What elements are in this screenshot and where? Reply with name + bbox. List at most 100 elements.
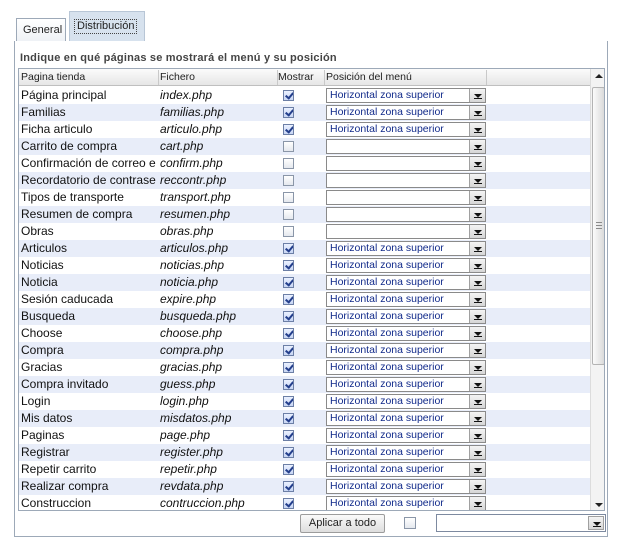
table-row[interactable]: Compra compra.php Horizontal zona superior [19, 342, 590, 359]
table-row[interactable]: Resumen de compra resumen.php [19, 206, 590, 223]
table-row[interactable]: Compra invitado guess.php Horizontal zona … [19, 376, 590, 393]
show-checkbox[interactable] [283, 379, 294, 390]
chevron-down-icon[interactable] [469, 429, 485, 442]
table-row[interactable]: Familias familias.php Horizontal zona supe… [19, 104, 590, 121]
show-checkbox[interactable] [283, 226, 294, 237]
position-select[interactable]: Horizontal zona superior [326, 309, 486, 324]
show-checkbox[interactable] [283, 277, 294, 288]
tab-distribucion[interactable]: Distribución [69, 11, 145, 42]
show-checkbox[interactable] [283, 413, 294, 424]
position-select[interactable]: Horizontal zona superior [326, 326, 486, 341]
position-select[interactable] [326, 224, 486, 239]
column-header-file[interactable]: Fichero [160, 71, 278, 86]
show-checkbox[interactable] [283, 447, 294, 458]
table-row[interactable]: Tipos de transporte transport.php [19, 189, 590, 206]
position-select[interactable] [326, 173, 486, 188]
vertical-scrollbar[interactable] [590, 69, 604, 510]
chevron-down-icon[interactable] [469, 157, 485, 170]
apply-position-select[interactable] [436, 514, 606, 532]
table-row[interactable]: Mis datos misdatos.php Horizontal zona sup… [19, 410, 590, 427]
arrow-up-icon[interactable] [591, 69, 604, 84]
show-checkbox[interactable] [283, 124, 294, 135]
position-select[interactable]: Horizontal zona superior [326, 377, 486, 392]
table-row[interactable]: Login login.php Horizontal zona superior [19, 393, 590, 410]
chevron-down-icon[interactable] [469, 463, 485, 476]
show-checkbox[interactable] [283, 362, 294, 373]
column-header-position[interactable]: Posición del menú [326, 71, 486, 86]
show-checkbox[interactable] [283, 90, 294, 101]
show-checkbox[interactable] [283, 464, 294, 475]
position-select[interactable]: Horizontal zona superior [326, 241, 486, 256]
chevron-down-icon[interactable] [469, 89, 485, 102]
chevron-down-icon[interactable] [469, 123, 485, 136]
table-row[interactable]: Choose choose.php Horizontal zona superior [19, 325, 590, 342]
column-header-show[interactable]: Mostrar [278, 71, 326, 86]
chevron-down-icon[interactable] [469, 310, 485, 323]
table-row[interactable]: Registrar register.php Horizontal zona sup… [19, 444, 590, 461]
position-select[interactable]: Horizontal zona superior [326, 428, 486, 443]
table-row[interactable]: Carrito de compra cart.php [19, 138, 590, 155]
show-checkbox[interactable] [283, 260, 294, 271]
show-checkbox[interactable] [283, 141, 294, 152]
position-select[interactable]: Horizontal zona superior [326, 88, 486, 103]
chevron-down-icon[interactable] [469, 412, 485, 425]
scrollbar-thumb[interactable] [592, 87, 604, 365]
chevron-down-icon[interactable] [469, 344, 485, 357]
chevron-down-icon[interactable] [469, 191, 485, 204]
table-row[interactable]: Ficha articulo articulo.php Horizontal zon… [19, 121, 590, 138]
chevron-down-icon[interactable] [469, 446, 485, 459]
position-select[interactable] [326, 156, 486, 171]
chevron-down-icon[interactable] [469, 497, 485, 510]
table-row[interactable]: Noticias noticias.php Horizontal zona supe… [19, 257, 590, 274]
column-header-page[interactable]: Pagina tienda [21, 71, 159, 86]
show-checkbox[interactable] [283, 481, 294, 492]
arrow-down-icon[interactable] [591, 497, 604, 510]
position-select[interactable]: Horizontal zona superior [326, 479, 486, 494]
show-checkbox[interactable] [283, 192, 294, 203]
chevron-down-icon[interactable] [469, 327, 485, 340]
show-checkbox[interactable] [283, 328, 294, 339]
position-select[interactable]: Horizontal zona superior [326, 411, 486, 426]
table-row[interactable]: Construccion contruccion.php Horizontal zo… [19, 495, 590, 510]
position-select[interactable]: Horizontal zona superior [326, 445, 486, 460]
show-checkbox[interactable] [283, 294, 294, 305]
position-select[interactable]: Horizontal zona superior [326, 360, 486, 375]
table-row[interactable]: Busqueda busqueda.php Horizontal zona supe… [19, 308, 590, 325]
position-select[interactable] [326, 139, 486, 154]
show-checkbox[interactable] [283, 107, 294, 118]
chevron-down-icon[interactable] [469, 276, 485, 289]
chevron-down-icon[interactable] [469, 140, 485, 153]
position-select[interactable]: Horizontal zona superior [326, 394, 486, 409]
chevron-down-icon[interactable] [469, 395, 485, 408]
chevron-down-icon[interactable] [469, 361, 485, 374]
show-checkbox[interactable] [283, 498, 294, 509]
show-checkbox[interactable] [283, 396, 294, 407]
table-row[interactable]: Confirmación de correo e confirm.php [19, 155, 590, 172]
show-checkbox[interactable] [283, 175, 294, 186]
chevron-down-icon[interactable] [469, 259, 485, 272]
chevron-down-icon[interactable] [469, 174, 485, 187]
show-checkbox[interactable] [283, 158, 294, 169]
position-select[interactable]: Horizontal zona superior [326, 275, 486, 290]
table-row[interactable]: Gracias gracias.php Horizontal zona superi… [19, 359, 590, 376]
table-row[interactable]: Sesión caducada expire.php Horizontal zona… [19, 291, 590, 308]
apply-show-checkbox[interactable] [404, 517, 416, 529]
table-row[interactable]: Paginas page.php Horizontal zona superior [19, 427, 590, 444]
chevron-down-icon[interactable] [469, 293, 485, 306]
show-checkbox[interactable] [283, 430, 294, 441]
chevron-down-icon[interactable] [469, 208, 485, 221]
position-select[interactable]: Horizontal zona superior [326, 122, 486, 137]
chevron-down-icon[interactable] [469, 106, 485, 119]
chevron-down-icon[interactable] [469, 378, 485, 391]
show-checkbox[interactable] [283, 209, 294, 220]
show-checkbox[interactable] [283, 345, 294, 356]
table-row[interactable]: Página principal index.php Horizontal zona… [19, 87, 590, 104]
position-select[interactable]: Horizontal zona superior [326, 292, 486, 307]
chevron-down-icon[interactable] [469, 242, 485, 255]
show-checkbox[interactable] [283, 243, 294, 254]
position-select[interactable] [326, 190, 486, 205]
apply-to-all-button[interactable]: Aplicar a todo [300, 514, 385, 533]
position-select[interactable]: Horizontal zona superior [326, 258, 486, 273]
table-row[interactable]: Realizar compra revdata.php Horizontal zon… [19, 478, 590, 495]
tab-general[interactable]: General [16, 18, 66, 42]
